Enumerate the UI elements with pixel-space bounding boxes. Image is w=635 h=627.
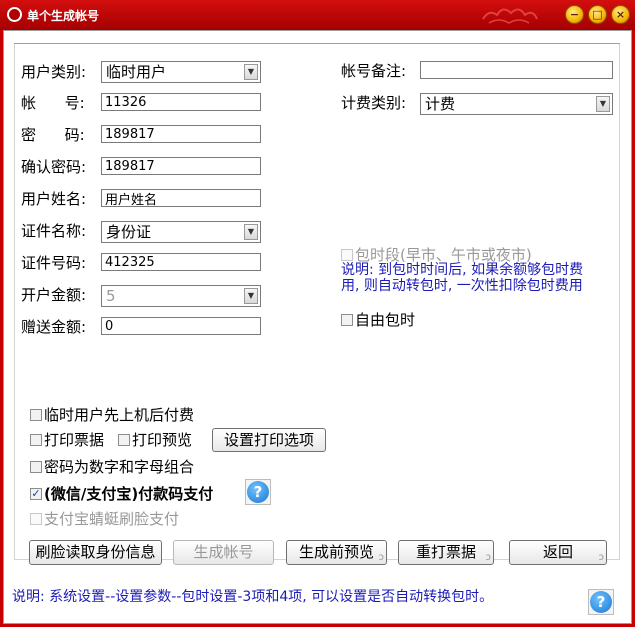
curl-decoration-icon: ↄ (485, 552, 492, 563)
user-name-input[interactable] (101, 189, 261, 207)
print-preview-label: 打印预览 (132, 431, 193, 449)
back-label: 返回 (542, 543, 573, 561)
temp-pay-after-label: 临时用户先上机后付费 (44, 406, 195, 424)
curl-decoration-icon: ↄ (598, 552, 605, 563)
close-button[interactable]: × (611, 5, 630, 24)
preview-button[interactable]: 生成前预览 ↄ (286, 540, 387, 565)
maximize-button[interactable]: □ (588, 5, 607, 24)
gift-amount-label: 赠送金额: (21, 318, 87, 336)
reprint-label: 重打票据 (415, 543, 476, 561)
temp-pay-after-checkbox[interactable]: 临时用户先上机后付费 (30, 404, 194, 425)
generate-account-button[interactable]: 生成帐号 (173, 540, 274, 565)
back-button[interactable]: 返回 ↄ (509, 540, 607, 565)
checkbox-box[interactable] (341, 248, 353, 261)
print-ticket-label: 打印票据 (44, 431, 105, 449)
password-alnum-label: 密码为数字和字母组合 (44, 458, 195, 476)
gift-amount-input[interactable] (101, 317, 261, 335)
preview-label: 生成前预览 (298, 543, 374, 561)
free-package-checkbox[interactable]: 自由包时 (341, 309, 415, 330)
help-icon: ? (590, 591, 612, 613)
id-type-value: 身份证 (106, 223, 152, 241)
user-type-label: 用户类别: (21, 63, 87, 81)
wechat-alipay-checkbox[interactable]: ✓ (微信/支付宝)付款码支付 (30, 483, 213, 504)
read-id-label: 刷脸读取身份信息 (35, 543, 156, 561)
free-package-label: 自由包时 (355, 311, 416, 329)
cloud-decoration-icon (482, 8, 538, 24)
checkbox-box[interactable] (118, 433, 130, 446)
dialog-body: 用户类别: 临时用户 ▼ 帐 号: 密 码: 确认密码: 用户姓名: 证件名称:… (3, 30, 632, 624)
checkmark-icon[interactable]: ✓ (30, 487, 42, 500)
checkbox-box[interactable] (30, 433, 42, 446)
help-icon: ? (247, 481, 269, 503)
minimize-button[interactable]: − (565, 5, 584, 24)
billing-type-label: 计费类别: (341, 94, 407, 112)
user-type-select[interactable]: 临时用户 ▼ (101, 61, 261, 83)
account-label: 帐 号: (21, 94, 85, 112)
open-amount-label: 开户金额: (21, 286, 87, 304)
print-preview-checkbox[interactable]: 打印预览 (118, 429, 192, 450)
id-number-label: 证件号码: (21, 254, 87, 272)
print-settings-button[interactable]: 设置打印选项 (212, 428, 326, 452)
chevron-down-icon[interactable]: ▼ (244, 288, 258, 304)
id-number-input[interactable] (101, 253, 261, 271)
window: 单个生成帐号 − □ × 用户类别: 临时用户 ▼ 帐 号: 密 码: 确认密码… (0, 0, 635, 627)
checkbox-box[interactable] (30, 408, 42, 421)
open-amount-value: 5 (106, 287, 116, 305)
open-amount-select[interactable]: 5 ▼ (101, 285, 261, 307)
footer-note: 说明: 系统设置--设置参数--包时设置-3项和4项, 可以设置是否自动转换包时… (12, 589, 494, 605)
id-type-select[interactable]: 身份证 ▼ (101, 221, 261, 243)
confirm-password-label: 确认密码: (21, 158, 87, 176)
package-note: 说明: 到包时时间后, 如果余额够包时费用, 则自动转包时, 一次性扣除包时费用 (341, 262, 584, 294)
password-alnum-checkbox[interactable]: 密码为数字和字母组合 (30, 456, 194, 477)
title-bar[interactable]: 单个生成帐号 − □ × (0, 0, 635, 30)
user-type-value: 临时用户 (106, 63, 167, 81)
window-title: 单个生成帐号 (27, 9, 100, 23)
checkbox-box[interactable] (30, 460, 42, 473)
wechat-alipay-label: (微信/支付宝)付款码支付 (44, 485, 214, 503)
account-note-input[interactable] (420, 61, 613, 79)
print-ticket-checkbox[interactable]: 打印票据 (30, 429, 104, 450)
billing-type-select[interactable]: 计费 ▼ (420, 93, 613, 115)
user-name-label: 用户姓名: (21, 190, 87, 208)
alipay-face-label: 支付宝蜻蜓刷脸支付 (44, 510, 180, 528)
chevron-down-icon[interactable]: ▼ (596, 96, 610, 112)
billing-type-value: 计费 (425, 95, 456, 113)
password-label: 密 码: (21, 126, 85, 144)
account-input[interactable] (101, 93, 261, 111)
account-note-label: 帐号备注: (341, 62, 407, 80)
confirm-password-input[interactable] (101, 157, 261, 175)
wechat-alipay-help-button[interactable]: ? (245, 479, 271, 505)
chevron-down-icon[interactable]: ▼ (244, 224, 258, 240)
password-input[interactable] (101, 125, 261, 143)
curl-decoration-icon: ↄ (378, 552, 385, 563)
reprint-button[interactable]: 重打票据 ↄ (398, 540, 494, 565)
app-icon (7, 7, 22, 22)
generate-account-label: 生成帐号 (193, 543, 254, 561)
footer-help-button[interactable]: ? (588, 589, 614, 615)
checkbox-box[interactable] (30, 512, 42, 525)
id-type-label: 证件名称: (21, 222, 87, 240)
checkbox-box[interactable] (341, 313, 353, 326)
chevron-down-icon[interactable]: ▼ (244, 64, 258, 80)
read-id-button[interactable]: 刷脸读取身份信息 (29, 540, 162, 565)
alipay-face-checkbox[interactable]: 支付宝蜻蜓刷脸支付 (30, 508, 179, 529)
